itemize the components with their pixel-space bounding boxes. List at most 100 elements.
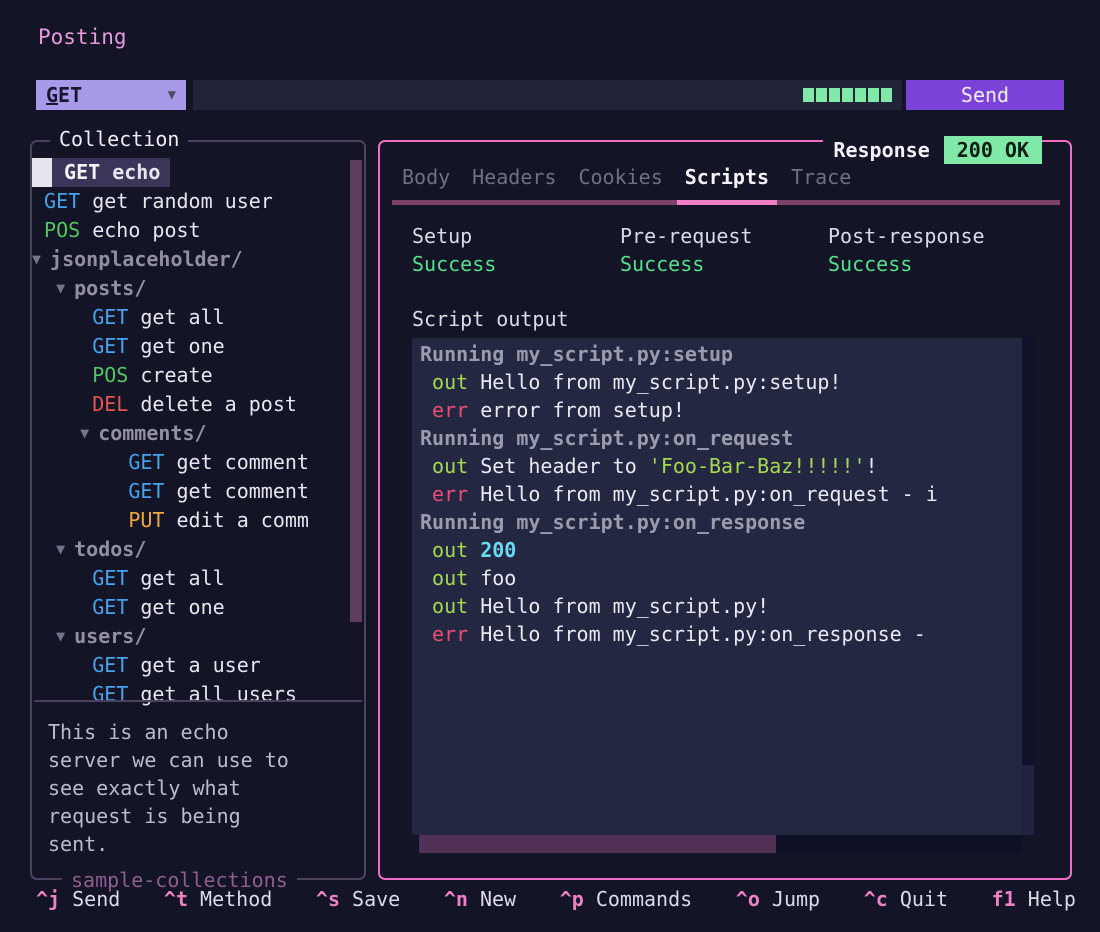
request-label: echo <box>100 158 160 187</box>
response-tabs: Body Headers Cookies Scripts Trace <box>398 165 855 189</box>
collection-folder-posts[interactable]: ▼posts/ <box>32 274 348 303</box>
collapse-triangle-icon: ▼ <box>32 245 41 274</box>
active-tab-indicator <box>677 200 777 205</box>
method-tag: POS <box>92 361 128 390</box>
collection-request-get-all-users[interactable]: GET get all users <box>32 680 348 709</box>
folder-label: jsonplaceholder/ <box>50 245 243 274</box>
footer-binding-save[interactable]: ^s Save <box>316 884 400 914</box>
log-line-out: out 200 <box>420 536 1022 564</box>
script-status-setup: SetupSuccess <box>412 222 620 278</box>
method-tag: GET <box>92 303 128 332</box>
log-line-out: out Hello from my_script.py:setup! <box>420 368 1022 396</box>
selected-row-highlight: GET echo <box>52 158 170 187</box>
footer-label: Quit <box>888 887 948 911</box>
request-label: get one <box>128 593 224 622</box>
collection-folder-users[interactable]: ▼users/ <box>32 622 348 651</box>
method-label: GET <box>46 83 82 107</box>
footer-binding-commands[interactable]: ^p Commands <box>560 884 692 914</box>
collection-request-get-comment[interactable]: GET get comment <box>32 477 348 506</box>
footer-keybar: ^j Send ^t Method ^s Save ^n New ^p Commands… <box>0 884 1100 914</box>
collection-divider <box>34 700 362 702</box>
footer-binding-send[interactable]: ^j Send <box>36 884 120 914</box>
response-panel: Response 200 OK BodyHeadersCookiesScript… <box>378 140 1072 880</box>
folder-label: posts/ <box>74 274 146 303</box>
collection-request-get-all[interactable]: GET get all <box>32 564 348 593</box>
script-status-name: Post-response <box>828 222 1036 250</box>
footer-key: f1 <box>992 887 1016 911</box>
script-status-post-response: Post-responseSuccess <box>828 222 1036 278</box>
log-lines[interactable]: Running my_script.py:setup out Hello fro… <box>412 338 1022 835</box>
log-line-running: Running my_script.py:on_response <box>420 508 1022 536</box>
collection-folder-todos[interactable]: ▼todos/ <box>32 535 348 564</box>
tab-headers[interactable]: Headers <box>468 165 560 189</box>
footer-binding-jump[interactable]: ^o Jump <box>736 884 820 914</box>
footer-label: Save <box>340 887 400 911</box>
method-tag: GET <box>92 651 128 680</box>
footer-label: Jump <box>760 887 820 911</box>
collection-request-echo-post[interactable]: POS echo post <box>32 216 348 245</box>
footer-key: ^c <box>864 887 888 911</box>
collection-request-get-random-user[interactable]: GET get random user <box>32 187 348 216</box>
status-badge: 200 OK <box>944 136 1042 164</box>
request-label: get all <box>128 564 224 593</box>
script-status-result: Success <box>828 250 1036 278</box>
url-input[interactable]: https://postman-echo.com/get <box>193 80 902 110</box>
method-dropdown[interactable]: GET ▼ <box>36 80 186 110</box>
collapse-triangle-icon: ▼ <box>80 419 89 448</box>
log-line-err: err Hello from my_script.py:on_request -… <box>420 480 1022 508</box>
collection-scrollbar[interactable] <box>350 144 362 700</box>
method-tag: GET <box>128 477 164 506</box>
tab-body[interactable]: Body <box>398 165 454 189</box>
footer-label: Method <box>188 887 272 911</box>
collection-folder-jsonplaceholder[interactable]: ▼ jsonplaceholder/ <box>32 245 348 274</box>
footer-binding-quit[interactable]: ^c Quit <box>864 884 948 914</box>
trace-block <box>829 88 840 102</box>
folder-label: users/ <box>74 622 146 651</box>
footer-binding-method[interactable]: ^t Method <box>164 884 272 914</box>
method-tag: DEL <box>92 390 128 419</box>
collection-scrollbar-thumb[interactable] <box>350 160 362 622</box>
script-status-result: Success <box>620 250 828 278</box>
collection-folder-comments[interactable]: ▼ comments/ <box>32 419 348 448</box>
response-header: Response 200 OK <box>823 133 1042 167</box>
activity-blocks <box>803 88 892 102</box>
log-vertical-scrollbar-thumb[interactable] <box>1022 765 1034 835</box>
request-description: This is an echoserver we can use tosee e… <box>48 718 354 858</box>
footer-key: ^t <box>164 887 188 911</box>
footer-binding-new[interactable]: ^n New <box>444 884 516 914</box>
description-line: server we can use to <box>48 746 354 774</box>
collection-request-edit-a-comm[interactable]: PUT edit a comm <box>32 506 348 535</box>
tab-scripts[interactable]: Scripts <box>681 165 773 189</box>
log-line-running: Running my_script.py:on_request <box>420 424 1022 452</box>
log-horizontal-scrollbar[interactable] <box>418 835 1022 853</box>
request-label: get all <box>128 303 224 332</box>
log-horizontal-scrollbar-thumb[interactable] <box>419 835 776 853</box>
collection-request-delete-a-post[interactable]: DEL delete a post <box>32 390 348 419</box>
collection-request-echo[interactable]: GET echo <box>32 158 348 187</box>
tab-cookies[interactable]: Cookies <box>574 165 666 189</box>
script-statuses: SetupSuccessPre-requestSuccessPost-respo… <box>412 222 1060 278</box>
tab-trace[interactable]: Trace <box>787 165 855 189</box>
collection-request-create[interactable]: POS create <box>32 361 348 390</box>
collection-tree: GET echoGET get random userPOS echo post… <box>32 158 348 710</box>
request-bar: GET ▼ https://postman-echo.com/get Send <box>36 80 1064 110</box>
log-vertical-scrollbar[interactable] <box>1022 338 1034 835</box>
send-button[interactable]: Send <box>906 80 1064 110</box>
folder-label: comments/ <box>98 419 206 448</box>
footer-key: ^s <box>316 887 340 911</box>
request-label: get random user <box>80 187 273 216</box>
collection-request-get-one[interactable]: GET get one <box>32 332 348 361</box>
method-tag: GET <box>92 680 128 709</box>
log-line-err: err error from setup! <box>420 396 1022 424</box>
collection-request-get-a-user[interactable]: GET get a user <box>32 651 348 680</box>
trace-block <box>842 88 853 102</box>
log-line-out: out foo <box>420 564 1022 592</box>
footer-binding-help[interactable]: f1 Help <box>992 884 1076 914</box>
log-line-out: out Set header to 'Foo-Bar-Baz!!!!!'! <box>420 452 1022 480</box>
collection-request-get-all[interactable]: GET get all <box>32 303 348 332</box>
folder-label: todos/ <box>74 535 146 564</box>
footer-key: ^p <box>560 887 584 911</box>
collection-request-get-one[interactable]: GET get one <box>32 593 348 622</box>
script-status-pre-request: Pre-requestSuccess <box>620 222 828 278</box>
collection-request-get-comment[interactable]: GET get comment <box>32 448 348 477</box>
